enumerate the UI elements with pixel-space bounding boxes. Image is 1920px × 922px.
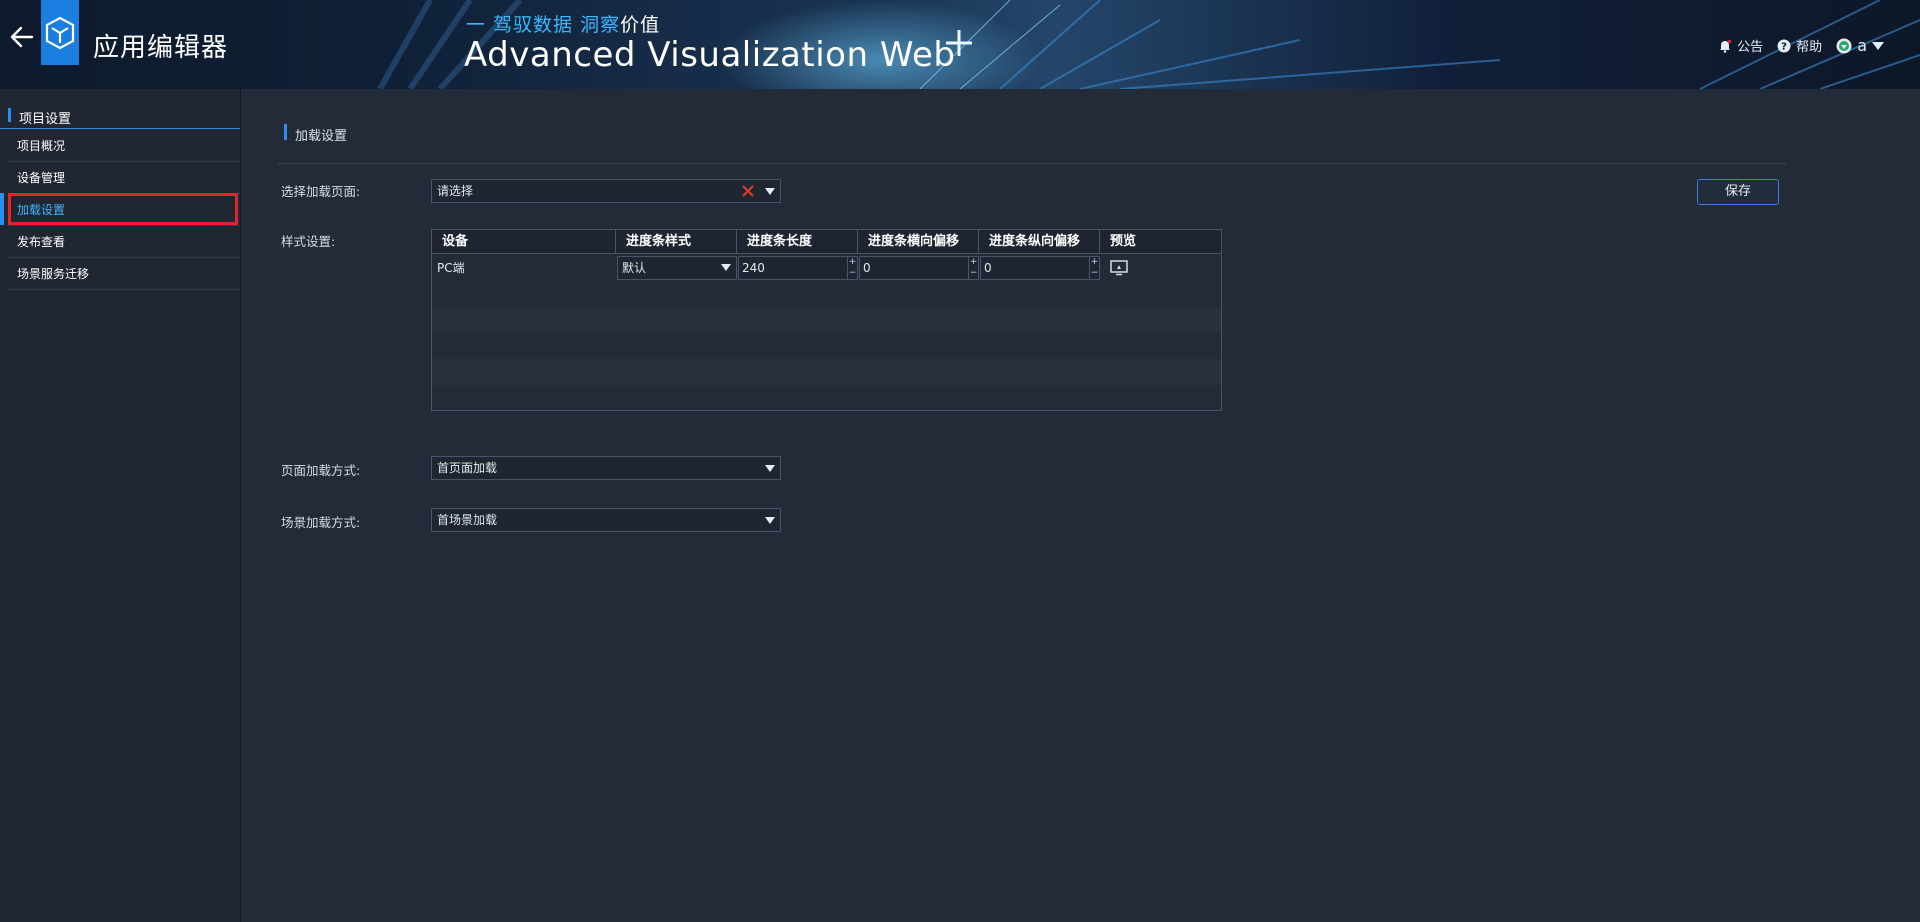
sidebar-active-bar: [0, 193, 4, 225]
progress-style-value: 默认: [622, 261, 647, 275]
brand-title: Advanced Visualization Web: [464, 35, 956, 75]
increment-icon[interactable]: +: [1090, 257, 1099, 268]
bell-icon: [1720, 39, 1732, 53]
sparkle-cross-icon: [946, 30, 972, 56]
notice-label: 公告: [1737, 40, 1764, 55]
help-label: 帮助: [1796, 40, 1823, 55]
column-header-h-offset: 进度条横向偏移: [858, 230, 979, 254]
column-header-preview: 预览: [1110, 234, 1137, 249]
h-offset-stepper[interactable]: 0 + −: [859, 256, 979, 280]
save-button[interactable]: 保存: [1697, 179, 1779, 205]
dropdown-arrow-icon: [765, 465, 775, 472]
sidebar-item-overview[interactable]: 项目概况: [8, 130, 240, 162]
sidebar-item-publish-view[interactable]: 发布查看: [8, 226, 240, 258]
h-offset-value: 0: [863, 261, 871, 275]
monitor-preview-icon[interactable]: [1110, 260, 1128, 276]
dropdown-arrow-icon: [765, 517, 775, 524]
app-header: 应用编辑器 一 驾驭数据 洞察价值 Advanced Visualization…: [0, 0, 1920, 89]
back-arrow-icon[interactable]: [8, 22, 36, 52]
table-row-empty: [432, 333, 1221, 359]
table-header: 设备 进度条样式 进度条长度 进度条横向偏移 进度条纵向偏移 预览: [432, 230, 1221, 254]
sidebar-item-load-settings[interactable]: 加载设置: [8, 194, 240, 226]
user-menu[interactable]: a: [1836, 36, 1884, 55]
page-load-label: 页面加载方式:: [281, 463, 361, 478]
column-header-device: 设备: [432, 230, 616, 254]
select-page-value: 请选择: [437, 184, 474, 198]
sidebar: 项目设置 项目概况 设备管理 加载设置 发布查看 场景服务迁移: [0, 89, 241, 922]
v-offset-value: 0: [984, 261, 992, 275]
table-row: PC端 默认 240 + − 0 + − 0 + −: [432, 255, 1221, 281]
increment-icon[interactable]: +: [969, 257, 978, 268]
table-row-empty: [432, 281, 1221, 307]
dropdown-arrow-icon: [721, 264, 731, 271]
table-row-empty: [432, 385, 1221, 411]
select-page-dropdown[interactable]: 请选择: [431, 179, 781, 203]
help-button[interactable]: ? 帮助: [1777, 36, 1822, 55]
notice-button[interactable]: 公告: [1718, 36, 1763, 55]
app-logo-icon: [41, 0, 79, 65]
column-header-v-offset: 进度条纵向偏移: [979, 230, 1100, 254]
select-page-label: 选择加载页面:: [281, 184, 361, 199]
user-name: a: [1857, 36, 1867, 55]
user-icon: [1836, 38, 1852, 53]
panel-accent-bar: [284, 124, 287, 140]
progress-length-stepper[interactable]: 240 + −: [738, 256, 858, 280]
v-offset-stepper[interactable]: 0 + −: [980, 256, 1100, 280]
slogan: 一 驾驭数据 洞察价值: [466, 10, 660, 37]
slogan-part1: 一 驾驭数据: [466, 14, 581, 36]
table-row-empty: [432, 307, 1221, 333]
svg-text:?: ?: [1781, 41, 1787, 52]
slogan-part2: 洞察: [580, 14, 621, 36]
sidebar-group-title: 项目设置: [19, 112, 72, 127]
help-icon: ?: [1777, 39, 1791, 52]
panel-title: 加载设置: [295, 129, 348, 144]
cell-device: PC端: [437, 261, 465, 275]
stepper-buttons: + −: [847, 257, 857, 279]
sidebar-item-scene-migration[interactable]: 场景服务迁移: [8, 258, 240, 290]
progress-style-dropdown[interactable]: 默认: [617, 256, 737, 280]
slogan-part3: 价值: [620, 14, 661, 36]
page-load-dropdown[interactable]: 首页面加载: [431, 456, 781, 480]
sidebar-item-device-management[interactable]: 设备管理: [8, 162, 240, 194]
sidebar-group-project-settings: 项目设置: [0, 97, 240, 129]
app-title: 应用编辑器: [93, 33, 229, 63]
decrement-icon[interactable]: −: [848, 268, 857, 279]
scene-load-dropdown[interactable]: 首场景加载: [431, 508, 781, 532]
scene-load-label: 场景加载方式:: [281, 515, 361, 530]
stepper-buttons: + −: [968, 257, 978, 279]
panel-header: 加载设置: [278, 124, 1786, 164]
chevron-down-icon: [1872, 41, 1884, 50]
decrement-icon[interactable]: −: [1090, 268, 1099, 279]
decrement-icon[interactable]: −: [969, 268, 978, 279]
dropdown-arrow-icon: [765, 188, 775, 195]
clear-icon[interactable]: [742, 185, 754, 197]
stepper-buttons: + −: [1089, 257, 1099, 279]
style-settings-table: 设备 进度条样式 进度条长度 进度条横向偏移 进度条纵向偏移 预览 PC端 默认…: [431, 229, 1222, 411]
column-header-progress-length: 进度条长度: [737, 230, 858, 254]
header-right-toolbar: 公告 ? 帮助 a: [1718, 36, 1884, 55]
increment-icon[interactable]: +: [848, 257, 857, 268]
style-settings-label: 样式设置:: [281, 234, 336, 249]
scene-load-value: 首场景加载: [437, 513, 498, 527]
page-load-value: 首页面加载: [437, 461, 498, 475]
column-header-progress-style: 进度条样式: [616, 230, 737, 254]
group-accent-bar: [8, 108, 11, 122]
table-row-empty: [432, 359, 1221, 385]
progress-length-value: 240: [742, 261, 765, 275]
